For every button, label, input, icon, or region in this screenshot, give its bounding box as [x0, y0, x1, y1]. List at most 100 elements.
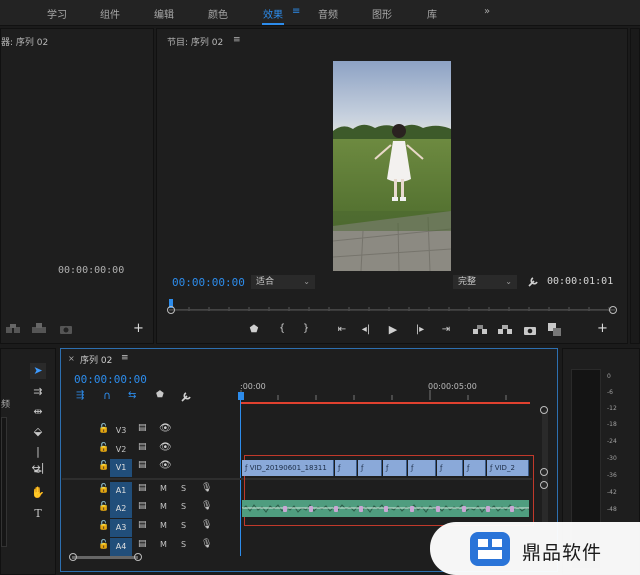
track-label-a2[interactable]: A2	[110, 500, 132, 518]
sync-lock-icon[interactable]: ▤	[138, 539, 147, 549]
linked-selection-icon[interactable]: ⇆	[128, 390, 136, 401]
track-label-v3[interactable]: V3	[110, 422, 132, 440]
timeline-playhead-handle[interactable]	[238, 392, 244, 400]
lock-icon[interactable]: 🔓	[98, 424, 109, 434]
audio-keyframe[interactable]	[410, 506, 414, 512]
export-frame-icon[interactable]	[59, 323, 73, 335]
tab-editing[interactable]: 编辑	[154, 6, 174, 21]
workspace-menu-icon[interactable]: ≡	[292, 6, 300, 17]
lock-icon[interactable]: 🔓	[98, 540, 109, 550]
sync-lock-icon[interactable]: ▤	[138, 501, 147, 511]
lock-icon[interactable]: 🔓	[98, 461, 109, 471]
eye-icon[interactable]: 👁	[159, 423, 172, 434]
video-clip[interactable]: ƒ VID_20190601_18311	[242, 460, 334, 476]
hscroll-handle-right[interactable]	[134, 553, 142, 561]
zoom-fit-dropdown[interactable]: 适合 ⌄	[251, 275, 315, 289]
tab-libraries[interactable]: 库	[427, 6, 437, 21]
step-forward-icon[interactable]: |▸	[413, 324, 427, 335]
solo-button[interactable]: S	[181, 484, 186, 493]
lock-icon[interactable]: 🔓	[98, 443, 109, 453]
solo-button[interactable]: S	[181, 502, 186, 511]
track-label-a4[interactable]: A4	[110, 538, 132, 556]
go-to-out-icon[interactable]: ⇥	[439, 324, 453, 335]
audio-keyframe[interactable]	[283, 506, 287, 512]
video-clip[interactable]: ƒ	[408, 460, 436, 476]
play-icon[interactable]: ▶	[386, 323, 400, 336]
video-clip[interactable]: ƒ VID_2	[487, 460, 529, 476]
audio-keyframe[interactable]	[462, 506, 466, 512]
sync-lock-icon[interactable]: ▤	[138, 423, 147, 433]
sync-lock-icon[interactable]: ▤	[138, 520, 147, 530]
eye-icon[interactable]: 👁	[159, 442, 172, 453]
type-tool-icon[interactable]: T	[30, 506, 46, 522]
sync-lock-icon[interactable]: ▤	[138, 460, 147, 470]
mute-button[interactable]: M	[160, 502, 167, 511]
lift-icon[interactable]	[473, 325, 487, 335]
microphone-icon[interactable]: 🎙	[201, 539, 212, 549]
microphone-icon[interactable]: 🎙	[201, 483, 212, 493]
zoom-handle-left[interactable]	[167, 306, 175, 314]
wrench-icon[interactable]	[527, 276, 539, 288]
microphone-icon[interactable]: 🎙	[201, 501, 212, 511]
hand-tool-icon[interactable]: ✋	[30, 485, 46, 501]
tab-effects[interactable]: 效果	[263, 6, 283, 21]
razor-tool-icon[interactable]: ⬙	[30, 424, 46, 440]
add-button-icon[interactable]: +	[133, 321, 144, 336]
program-monitor-title[interactable]: 节目: 序列 02	[167, 35, 223, 48]
vscroll-handle-top[interactable]	[540, 406, 548, 414]
snap-magnet-icon[interactable]: ∩	[103, 389, 111, 402]
timeline-horizontal-scrollbar[interactable]	[72, 556, 138, 559]
track-label-v2[interactable]: V2	[110, 441, 132, 459]
workspaces-overflow-icon[interactable]: »	[484, 6, 490, 17]
add-marker-icon[interactable]: ⬟	[156, 390, 164, 400]
track-label-a3[interactable]: A3	[110, 519, 132, 537]
audio-keyframe[interactable]	[486, 506, 490, 512]
eye-icon[interactable]: 👁	[159, 460, 172, 471]
solo-button[interactable]: S	[181, 540, 186, 549]
work-area-bar[interactable]	[240, 402, 530, 404]
lock-icon[interactable]: 🔓	[98, 484, 109, 494]
playback-resolution-dropdown[interactable]: 完整 ⌄	[453, 275, 517, 289]
tab-graphics[interactable]: 图形	[372, 6, 392, 21]
track-select-tool-icon[interactable]: ⇉	[30, 384, 46, 400]
close-tab-icon[interactable]: ×	[68, 354, 75, 363]
solo-button[interactable]: S	[181, 521, 186, 530]
video-clip[interactable]: ƒ	[464, 460, 486, 476]
track-label-v1[interactable]: V1	[110, 459, 132, 477]
zoom-handle-right[interactable]	[609, 306, 617, 314]
video-clip[interactable]: ƒ	[335, 460, 357, 476]
mute-button[interactable]: M	[160, 484, 167, 493]
audio-keyframe[interactable]	[359, 506, 363, 512]
program-panel-menu-icon[interactable]: ≡	[233, 35, 241, 45]
tab-learning[interactable]: 学习	[47, 6, 67, 21]
sync-lock-icon[interactable]: ▤	[138, 442, 147, 452]
timeline-ruler-ticks[interactable]	[240, 390, 530, 400]
slip-tool-icon[interactable]: |↔|	[30, 444, 46, 474]
audio-keyframe[interactable]	[334, 506, 338, 512]
nest-icon[interactable]: ⇶	[76, 390, 84, 401]
vscroll-handle-mid[interactable]	[540, 468, 548, 476]
insert-icon[interactable]	[5, 323, 25, 335]
button-editor-icon[interactable]: +	[597, 321, 608, 336]
mute-button[interactable]: M	[160, 521, 167, 530]
go-to-in-icon[interactable]: ⇤	[335, 324, 349, 335]
audio-keyframe[interactable]	[384, 506, 388, 512]
overwrite-icon[interactable]	[31, 323, 51, 335]
audio-keyframe[interactable]	[436, 506, 440, 512]
tab-audio[interactable]: 音频	[318, 6, 338, 21]
sync-lock-icon[interactable]: ▤	[138, 483, 147, 493]
microphone-icon[interactable]: 🎙	[201, 520, 212, 530]
tab-color[interactable]: 颜色	[208, 6, 228, 21]
ripple-edit-tool-icon[interactable]: ⇹	[30, 404, 46, 420]
mark-in-icon[interactable]: {	[275, 323, 289, 334]
source-monitor-title[interactable]: 器: 序列 02	[1, 35, 48, 48]
pen-tool-icon[interactable]: ✒	[30, 464, 46, 480]
mark-out-icon[interactable]: }	[299, 323, 313, 334]
timeline-menu-icon[interactable]: ≡	[121, 353, 129, 363]
lock-icon[interactable]: 🔓	[98, 502, 109, 512]
selection-tool-icon[interactable]: ➤	[30, 363, 46, 379]
extract-icon[interactable]	[498, 325, 512, 335]
hscroll-handle-left[interactable]	[69, 553, 77, 561]
export-frame-icon[interactable]	[524, 325, 536, 335]
timeline-settings-wrench-icon[interactable]	[180, 391, 192, 403]
